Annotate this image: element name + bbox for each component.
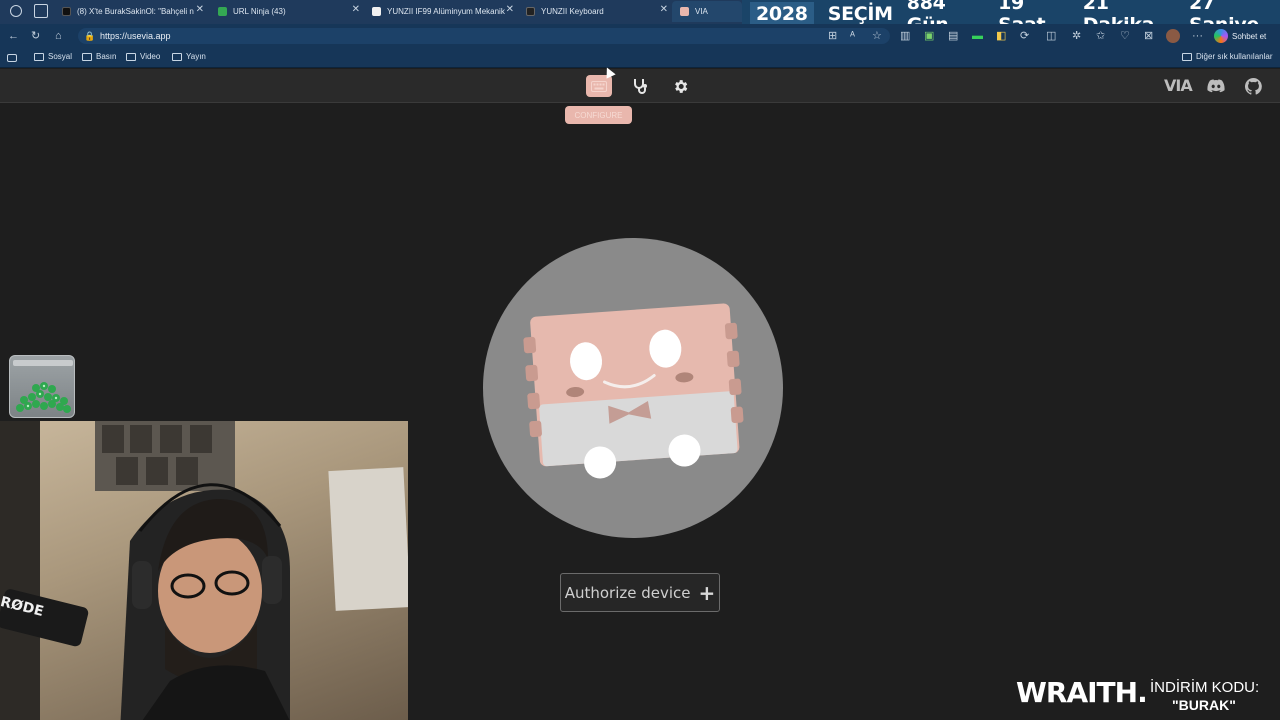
stethoscope-icon <box>634 79 647 94</box>
folder-icon <box>82 52 92 61</box>
close-tab-icon[interactable]: ✕ <box>352 4 360 15</box>
gear-icon <box>674 79 687 93</box>
extension-icon[interactable]: ▬ <box>972 30 983 42</box>
test-tab[interactable] <box>627 75 653 97</box>
streamer-webcam-image <box>0 421 408 720</box>
extension-icon[interactable]: ▥ <box>900 30 910 42</box>
copilot-icon <box>1214 29 1228 43</box>
bookmark-label: Yayın <box>186 52 206 61</box>
bookmark-label: Video <box>140 52 161 61</box>
configure-tooltip: CONFIGURE <box>565 106 632 124</box>
authorize-label: Authorize device <box>564 583 691 602</box>
keyboard-icon <box>591 80 607 92</box>
tab-yunzii-keyboard[interactable]: YUNZII Keyboard ✕ <box>518 1 674 22</box>
more-menu-icon[interactable]: ··· <box>1192 30 1203 42</box>
bookmark-label: Diğer sık kullanılanlar <box>1196 52 1273 61</box>
discord-link[interactable] <box>1203 75 1229 97</box>
sponsor-overlay: WRAITH. İNDİRİM KODU: "BURAK" <box>1012 672 1272 718</box>
tab-url-ninja[interactable]: URL Ninja (43) ✕ <box>210 1 366 22</box>
bookmark-folder[interactable]: Basın <box>82 52 116 61</box>
tab-label: (8) X'te BurakSakinOl: "Bahçeli n <box>77 7 194 16</box>
collections-icon[interactable]: ⊠ <box>1144 30 1153 42</box>
folder-icon <box>126 52 136 61</box>
gem-jar-icon <box>13 360 73 413</box>
folder-icon <box>172 52 182 61</box>
github-icon <box>1244 77 1262 95</box>
other-bookmarks[interactable]: Diğer sık kullanılanlar <box>1182 52 1272 61</box>
discord-icon <box>1207 79 1225 93</box>
folder-icon <box>34 52 44 61</box>
bookmark-folder[interactable]: Video <box>126 52 160 61</box>
split-screen-icon[interactable]: ◫ <box>1046 30 1056 42</box>
sponsor-logo: WRAITH. <box>1016 676 1148 709</box>
favorite-star-icon[interactable]: ☆ <box>872 30 882 42</box>
gem-jar-widget <box>9 355 75 418</box>
countdown-title: SEÇİM <box>827 3 893 25</box>
copilot-label: Sohbet et <box>1232 31 1267 41</box>
extension-icon[interactable]: ▣ <box>924 30 934 42</box>
tab-yunzii-product[interactable]: YUNZII IF99 Alüminyum Mekanik ✕ <box>364 1 520 22</box>
apps-icon[interactable]: ⊞ <box>828 30 837 42</box>
github-link[interactable] <box>1240 75 1266 97</box>
bookmark-folder[interactable]: Yayın <box>172 52 206 61</box>
plus-icon: + <box>698 580 716 605</box>
tab-x[interactable]: (8) X'te BurakSakinOl: "Bahçeli n ✕ <box>54 1 210 22</box>
via-favicon-icon <box>680 7 689 16</box>
favorites-icon[interactable]: ✩ <box>1096 30 1105 42</box>
extension-icon[interactable]: ▤ <box>948 30 958 42</box>
url-ninja-icon <box>218 7 227 16</box>
tab-via[interactable]: VIA <box>672 1 742 22</box>
profile-avatar[interactable] <box>1166 29 1180 43</box>
site-icon <box>526 7 535 16</box>
bookmark-folder[interactable]: Sosyal <box>34 52 72 61</box>
workspaces-icon[interactable] <box>10 5 22 17</box>
tab-label: VIA <box>695 7 708 16</box>
read-aloud-icon[interactable]: ᴬ <box>850 30 855 42</box>
via-logo[interactable]: VIA <box>1164 76 1193 95</box>
tab-label: YUNZII Keyboard <box>541 7 604 16</box>
tab-label: YUNZII IF99 Alüminyum Mekanik <box>387 7 505 16</box>
authorize-device-button[interactable]: Authorize device + <box>560 573 720 612</box>
countdown-year: 2028 <box>750 2 814 26</box>
close-tab-icon[interactable]: ✕ <box>506 4 514 15</box>
home-icon[interactable]: ⌂ <box>55 30 62 42</box>
close-tab-icon[interactable]: ✕ <box>660 4 668 15</box>
extensions-puzzle-icon[interactable]: ✲ <box>1072 30 1081 42</box>
close-tab-icon[interactable]: ✕ <box>196 4 204 15</box>
bookmark-label: Sosyal <box>48 52 73 61</box>
address-bar[interactable]: https://usevia.app <box>78 28 890 44</box>
tab-actions-icon[interactable] <box>34 4 48 18</box>
folder-icon <box>1182 52 1192 61</box>
via-mascot-illustration <box>483 238 783 538</box>
configure-tab[interactable] <box>586 75 612 97</box>
url-text: https://usevia.app <box>100 31 171 41</box>
lock-icon[interactable]: 🔒 <box>84 30 95 42</box>
tab-label: URL Ninja (43) <box>233 7 286 16</box>
bookmark-manager-icon[interactable] <box>7 54 17 62</box>
back-icon[interactable]: ← <box>8 30 19 42</box>
x-logo-icon <box>62 7 71 16</box>
extension-icon[interactable]: ⟳ <box>1020 30 1029 42</box>
reload-icon[interactable]: ↻ <box>31 30 40 42</box>
copilot-button[interactable]: Sohbet et <box>1214 27 1266 45</box>
site-icon <box>372 7 381 16</box>
settings-tab[interactable] <box>667 75 693 97</box>
browser-essentials-icon[interactable]: ♡ <box>1120 30 1130 42</box>
promo-code: "BURAK" <box>1172 697 1236 713</box>
keyboard-mascot-icon <box>523 303 744 479</box>
promo-label: İNDİRİM KODU: <box>1150 679 1260 696</box>
webcam-feed: RØDE <box>0 421 408 720</box>
extension-icon[interactable]: ◧ <box>996 30 1006 42</box>
bookmark-label: Basın <box>96 52 117 61</box>
